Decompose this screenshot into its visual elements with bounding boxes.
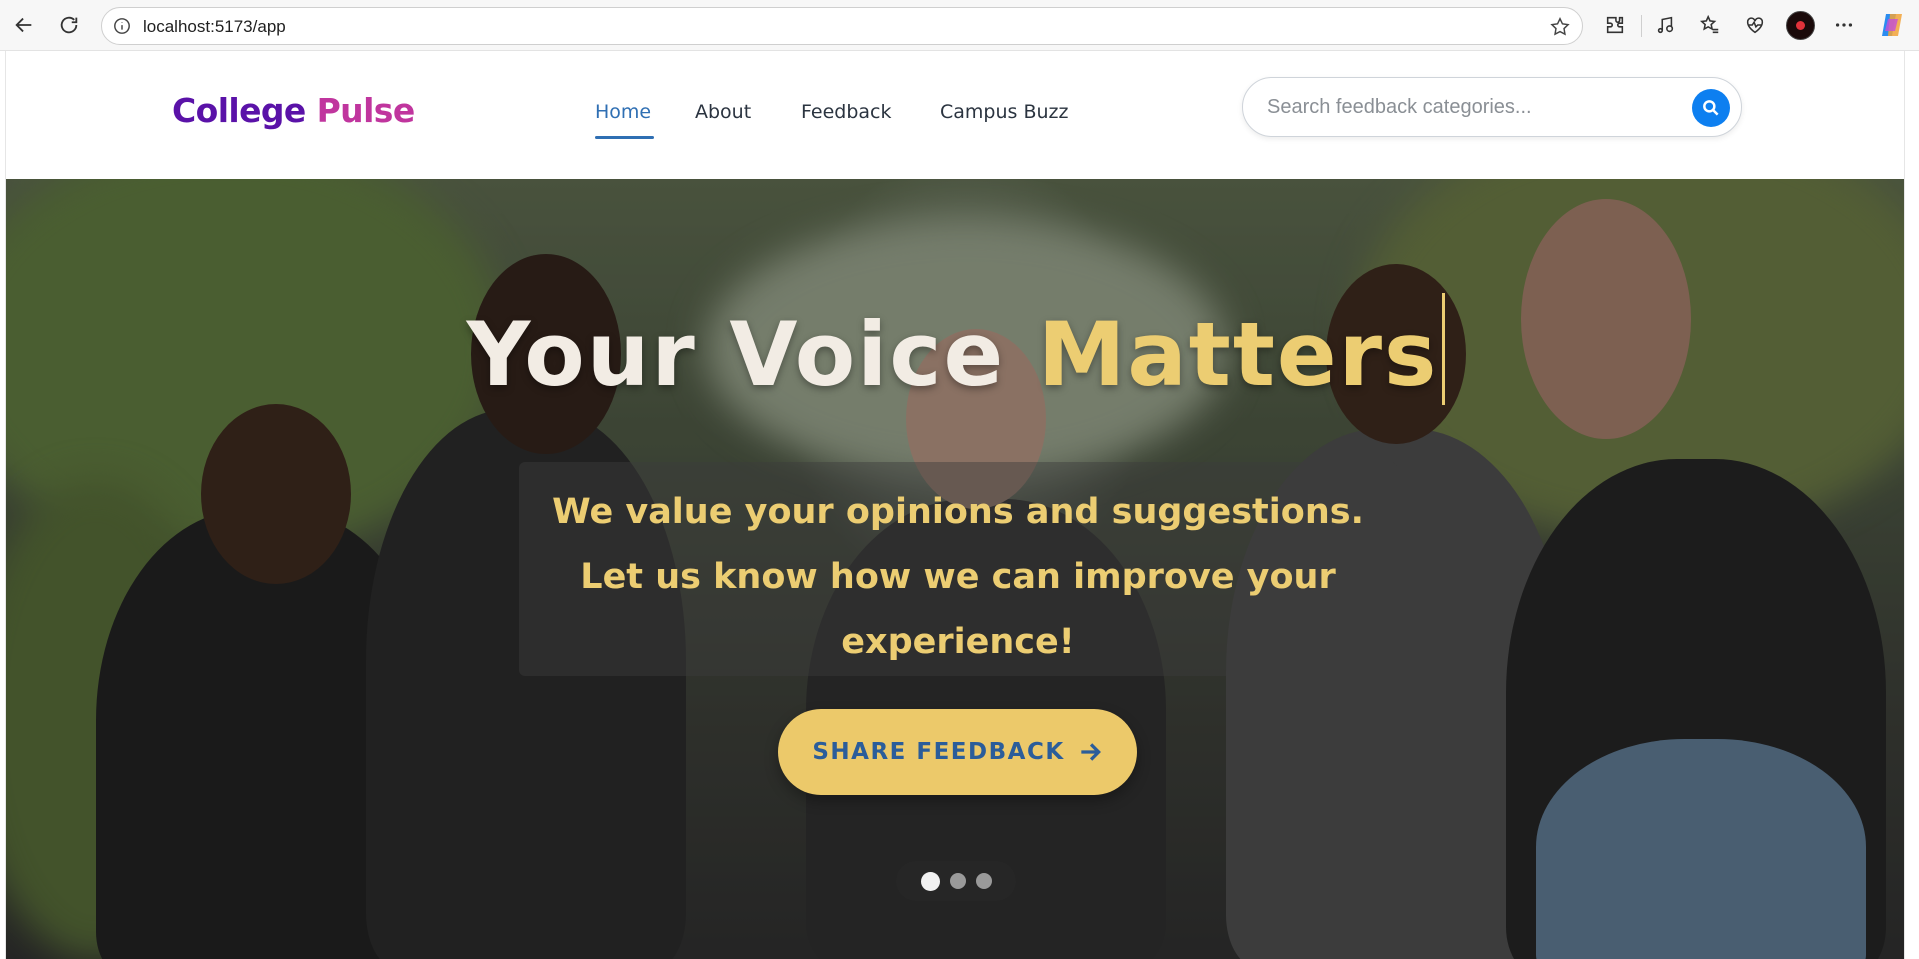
nav-home[interactable]: Home [595, 101, 651, 123]
toolbar-separator [1641, 15, 1642, 37]
address-bar[interactable]: localhost:5173/app [101, 7, 1583, 45]
logo-text-pulse: Pulse [316, 91, 416, 130]
health-icon[interactable] [1739, 9, 1771, 41]
carousel-dot-1[interactable] [920, 871, 940, 891]
carousel-dot-3[interactable] [975, 873, 992, 889]
hero-subtitle-panel: We value your opinions and suggestions. … [519, 462, 1397, 676]
nav-about[interactable]: About [695, 101, 751, 123]
arrow-right-icon [1077, 739, 1103, 765]
media-icon[interactable] [1649, 9, 1681, 41]
info-icon[interactable] [112, 16, 132, 36]
carousel-dot-2[interactable] [949, 873, 966, 889]
site-logo[interactable]: College Pulse [172, 91, 415, 130]
copilot-icon[interactable] [1878, 11, 1906, 39]
search-box [1242, 77, 1742, 137]
share-feedback-button[interactable]: SHARE FEEDBACK [778, 709, 1137, 795]
site-header: College Pulse Home About Feedback Campus… [6, 51, 1904, 179]
hero-title-white: Your Voice [466, 303, 1006, 406]
nav-campus-buzz[interactable]: Campus Buzz [940, 101, 1068, 123]
share-feedback-label: SHARE FEEDBACK [812, 739, 1065, 765]
hero-carousel: Your Voice Matters We value your opinion… [6, 179, 1904, 959]
search-button[interactable] [1692, 89, 1730, 127]
more-icon[interactable] [1828, 9, 1860, 41]
star-icon[interactable] [1548, 15, 1572, 39]
extensions-icon[interactable] [1599, 9, 1631, 41]
profile-avatar[interactable] [1786, 11, 1815, 40]
nav-active-underline [595, 136, 654, 139]
refresh-icon[interactable] [53, 9, 85, 41]
typing-cursor [1442, 293, 1446, 405]
search-input[interactable] [1267, 90, 1667, 124]
logo-text-college: College [172, 91, 306, 130]
url-text[interactable]: localhost:5173/app [143, 17, 286, 37]
hero-subtitle: We value your opinions and suggestions. … [552, 492, 1364, 662]
search-icon [1703, 100, 1719, 116]
browser-toolbar: localhost:5173/app [0, 0, 1919, 51]
page-viewport: College Pulse Home About Feedback Campus… [5, 51, 1905, 959]
favorites-icon[interactable] [1694, 9, 1726, 41]
hero-title: Your Voice Matters [6, 293, 1904, 406]
carousel-indicators [896, 861, 1016, 901]
back-arrow-icon[interactable] [8, 9, 40, 41]
hero-title-gold: Matters [1037, 303, 1439, 406]
nav-feedback[interactable]: Feedback [801, 101, 891, 123]
